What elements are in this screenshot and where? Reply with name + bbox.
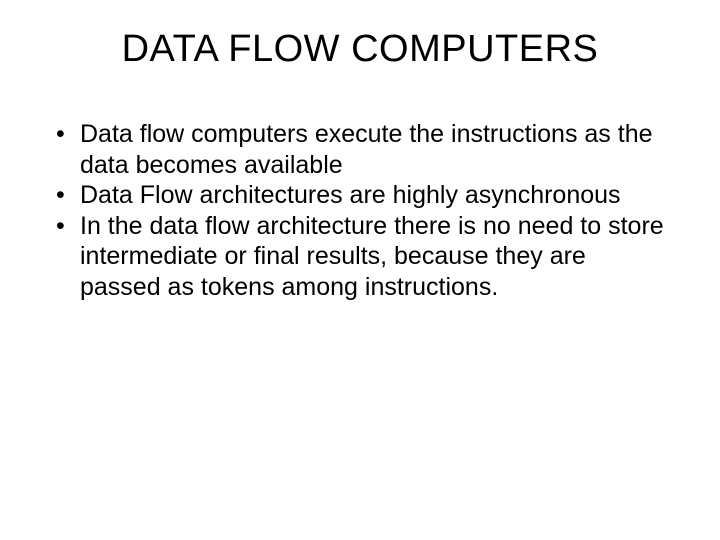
slide: DATA FLOW COMPUTERS Data flow computers … (0, 0, 720, 540)
list-item: Data flow computers execute the instruct… (50, 119, 670, 180)
slide-title: DATA FLOW COMPUTERS (50, 28, 670, 71)
list-item: In the data flow architecture there is n… (50, 211, 670, 303)
list-item: Data Flow architectures are highly async… (50, 180, 670, 211)
bullet-list: Data flow computers execute the instruct… (50, 119, 670, 302)
